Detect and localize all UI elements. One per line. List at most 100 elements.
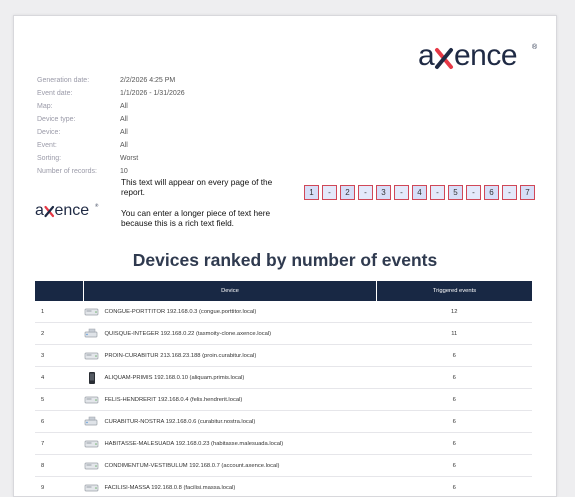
- device-name: FACILISI-MASSA 192.168.0.8 (facilisi.mas…: [105, 485, 236, 491]
- meta-value: Worst: [120, 152, 138, 165]
- table-row: 2 QUISQUE-INTEGER 192.168.0.22 (tasmoity-…: [35, 323, 532, 345]
- switch-icon: [84, 328, 100, 340]
- server-icon: [84, 394, 100, 406]
- device-cell: CONDIMENTUM-VESTIBULUM 192.168.0.7 (acco…: [84, 455, 377, 477]
- phone-icon: [84, 372, 100, 384]
- meta-row: Sorting:Worst: [37, 152, 185, 165]
- row-index: 7: [35, 433, 84, 455]
- table-header-row: Device Triggered events: [35, 281, 532, 301]
- event-count: 12: [377, 301, 533, 323]
- pager-separator: -: [502, 185, 517, 200]
- meta-label: Number of records:: [37, 165, 120, 178]
- event-count: 6: [377, 389, 533, 411]
- row-index: 4: [35, 367, 84, 389]
- event-count: 6: [377, 367, 533, 389]
- pager-separator: -: [430, 185, 445, 200]
- device-cell: CURABITUR-NOSTRA 192.168.0.6 (curabitur.…: [84, 411, 377, 433]
- device-name: ALIQUAM-PRIMIS 192.168.0.10 (aliquam.pri…: [105, 375, 245, 381]
- pager-separator: -: [394, 185, 409, 200]
- device-cell: FACILISI-MASSA 192.168.0.8 (facilisi.mas…: [84, 477, 377, 497]
- pager-digit: 3: [376, 185, 391, 200]
- devices-table: Device Triggered events 1 CONGUE-PORTTITO…: [35, 281, 532, 497]
- row-index: 3: [35, 345, 84, 367]
- event-count: 6: [377, 411, 533, 433]
- header-text-line: This text will appear on every page of t…: [121, 177, 296, 197]
- server-icon: [84, 438, 100, 450]
- row-index: 8: [35, 455, 84, 477]
- meta-label: Device type:: [37, 113, 120, 126]
- pager-separator: -: [322, 185, 337, 200]
- column-header-index: [35, 281, 84, 301]
- device-cell: ALIQUAM-PRIMIS 192.168.0.10 (aliquam.pri…: [84, 367, 377, 389]
- registered-mark: ®: [532, 43, 538, 51]
- report-title: Devices ranked by number of events: [14, 250, 556, 271]
- svg-text:ence: ence: [55, 202, 90, 219]
- row-index: 9: [35, 477, 84, 497]
- column-header-device: Device: [84, 281, 377, 301]
- server-icon: [84, 482, 100, 494]
- device-cell: QUISQUE-INTEGER 192.168.0.22 (tasmoity-c…: [84, 323, 377, 345]
- pager-digit: 7: [520, 185, 535, 200]
- page-number-field: 1 - 2 - 3 - 4 - 5 - 6 - 7: [304, 185, 538, 200]
- table-row: 8 CONDIMENTUM-VESTIBULUM 192.168.0.7 (acc…: [35, 455, 532, 477]
- table-row: 9 FACILISI-MASSA 192.168.0.8 (facilisi.ma…: [35, 477, 532, 497]
- meta-value: All: [120, 139, 128, 152]
- axence-logo-small: a ence ®: [34, 202, 100, 224]
- meta-value: All: [120, 126, 128, 139]
- device-cell: PROIN-CURABITUR 213.168.23.188 (proin.cu…: [84, 345, 377, 367]
- svg-text:ence: ence: [454, 40, 517, 72]
- table-row: 3 PROIN-CURABITUR 213.168.23.188 (proin.c…: [35, 345, 532, 367]
- device-name: HABITASSE-MALESUADA 192.168.0.23 (habita…: [105, 441, 284, 447]
- table-row: 1 CONGUE-PORTTITOR 192.168.0.3 (congue.po…: [35, 301, 532, 323]
- meta-label: Event:: [37, 139, 120, 152]
- device-cell: HABITASSE-MALESUADA 192.168.0.23 (habita…: [84, 433, 377, 455]
- event-count: 6: [377, 345, 533, 367]
- meta-row: Device:All: [37, 126, 185, 139]
- table-row: 7 HABITASSE-MALESUADA 192.168.0.23 (habit…: [35, 433, 532, 455]
- registered-mark: ®: [95, 202, 99, 208]
- meta-row: Map:All: [37, 100, 185, 113]
- server-icon: [84, 306, 100, 318]
- meta-row: Event date:1/1/2026 - 1/31/2026: [37, 87, 185, 100]
- device-cell: CONGUE-PORTTITOR 192.168.0.3 (congue.por…: [84, 301, 377, 323]
- event-count: 6: [377, 433, 533, 455]
- pager-digit: 4: [412, 185, 427, 200]
- report-metadata: Generation date:2/2/2026 4:25 PM Event d…: [37, 74, 185, 178]
- meta-label: Generation date:: [37, 74, 120, 87]
- device-name: CONGUE-PORTTITOR 192.168.0.3 (congue.por…: [105, 309, 257, 315]
- server-icon: [84, 350, 100, 362]
- device-name: QUISQUE-INTEGER 192.168.0.22 (tasmoity-c…: [105, 331, 272, 337]
- table-row: 4 ALIQUAM-PRIMIS 192.168.0.10 (aliquam.pr…: [35, 367, 532, 389]
- row-index: 1: [35, 301, 84, 323]
- header-text-line: You can enter a longer piece of text her…: [121, 208, 296, 228]
- meta-value: 1/1/2026 - 1/31/2026: [120, 87, 185, 100]
- row-index: 6: [35, 411, 84, 433]
- switch-icon: [84, 416, 100, 428]
- event-count: 11: [377, 323, 533, 345]
- report-page: a ence ® Generation date:2/2/2026 4:25 P…: [13, 15, 557, 497]
- device-name: CURABITUR-NOSTRA 192.168.0.6 (curabitur.…: [105, 419, 256, 425]
- pager-digit: 5: [448, 185, 463, 200]
- table-row: 6 CURABITUR-NOSTRA 192.168.0.6 (curabitur…: [35, 411, 532, 433]
- meta-row: Generation date:2/2/2026 4:25 PM: [37, 74, 185, 87]
- table-row: 5FELIS-HENDRERIT 192.168.0.4 (felis.hend…: [35, 389, 532, 411]
- row-index: 2: [35, 323, 84, 345]
- meta-row: Device type:All: [37, 113, 185, 126]
- rich-text-field: This text will appear on every page of t…: [121, 177, 296, 228]
- device-name: FELIS-HENDRERIT 192.168.0.4 (felis.hendr…: [105, 397, 243, 403]
- meta-value: All: [120, 100, 128, 113]
- pager-digit: 1: [304, 185, 319, 200]
- svg-text:a: a: [35, 202, 44, 219]
- pager-separator: -: [358, 185, 373, 200]
- meta-row: Event:All: [37, 139, 185, 152]
- svg-text:a: a: [418, 40, 435, 72]
- event-count: 6: [377, 455, 533, 477]
- device-name: PROIN-CURABITUR 213.168.23.188 (proin.cu…: [105, 353, 257, 359]
- device-name: CONDIMENTUM-VESTIBULUM 192.168.0.7 (acco…: [105, 463, 280, 469]
- pager-digit: 6: [484, 185, 499, 200]
- meta-value: All: [120, 113, 128, 126]
- server-icon: [84, 460, 100, 472]
- meta-label: Map:: [37, 100, 120, 113]
- event-count: 6: [377, 477, 533, 497]
- pager-digit: 2: [340, 185, 355, 200]
